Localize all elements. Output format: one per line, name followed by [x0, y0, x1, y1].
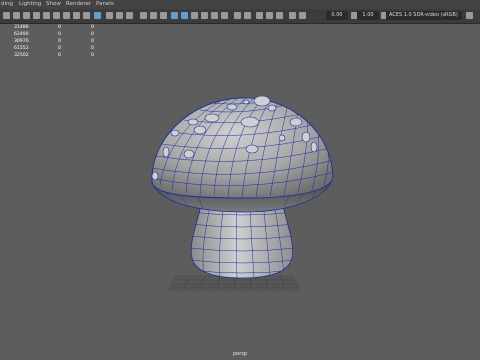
hud-row: 31486 0 0 [14, 24, 94, 30]
mushroom-cap [151, 95, 334, 199]
gate-mask-icon[interactable] [94, 12, 101, 19]
menu-show[interactable]: Show [46, 0, 61, 9]
film-gate-icon[interactable] [73, 12, 80, 19]
safe-action-icon[interactable] [116, 12, 123, 19]
panel-menu-bar: ding Lighting Show Renderer Panels [0, 0, 480, 9]
camera-name-label: persp [232, 351, 248, 357]
menu-lighting[interactable]: Lighting [19, 0, 41, 9]
exposure-field[interactable]: 0.00 [326, 11, 348, 20]
x-ray-icon[interactable] [266, 12, 273, 19]
select-camera-icon[interactable] [3, 12, 10, 19]
screen-space-ao-icon[interactable] [211, 12, 218, 19]
backface-culling-icon[interactable] [289, 12, 296, 19]
menu-shading[interactable]: ding [1, 0, 13, 9]
hud-row: 32502 0 0 [14, 52, 94, 58]
shadows-icon[interactable] [201, 12, 208, 19]
field-chart-icon[interactable] [106, 12, 113, 19]
viewport-scene [151, 95, 334, 291]
smooth-shade-icon[interactable] [150, 12, 157, 19]
resolution-gate-icon[interactable] [83, 12, 90, 19]
grease-pencil-icon[interactable] [53, 12, 60, 19]
camera-attributes-icon[interactable] [13, 12, 20, 19]
wireframe-icon[interactable] [140, 12, 147, 19]
safe-title-icon[interactable] [126, 12, 133, 19]
dropdown-arrow-icon[interactable] [466, 12, 473, 19]
heads-up-display: 31486 0 0 62490 0 0 30976 0 0 61552 0 0 32502 0 0 [14, 24, 94, 59]
default-material-icon[interactable] [160, 12, 167, 19]
3d-viewport[interactable]: 31486 0 0 62490 0 0 30976 0 0 61552 0 0 32502 0 0 [0, 24, 480, 360]
depth-of-field-icon[interactable] [244, 12, 251, 19]
wireframe-on-shaded-icon[interactable] [171, 12, 178, 19]
x-ray-joints-icon[interactable] [276, 12, 283, 19]
motion-blur-icon[interactable] [221, 12, 228, 19]
hud-row: 62490 0 0 [14, 31, 94, 37]
image-plane-icon[interactable] [33, 12, 40, 19]
exposure-icon[interactable] [299, 12, 306, 19]
hud-row: 61552 0 0 [14, 45, 94, 51]
view-transform-dropdown[interactable]: ACES 1.0 SDR-video (sRGB) [386, 11, 462, 20]
anti-aliasing-icon[interactable] [234, 12, 241, 19]
grid-icon[interactable] [63, 12, 70, 19]
textured-icon[interactable] [181, 12, 188, 19]
bookmark-icon[interactable] [23, 12, 30, 19]
menu-renderer[interactable]: Renderer [66, 0, 91, 9]
use-all-lights-icon[interactable] [191, 12, 198, 19]
2d-pan-zoom-icon[interactable] [43, 12, 50, 19]
hud-row: 30976 0 0 [14, 38, 94, 44]
menu-panels[interactable]: Panels [96, 0, 114, 9]
isolate-select-icon[interactable] [256, 12, 263, 19]
gamma-field[interactable]: 1.00 [357, 11, 379, 20]
panel-toolbar: 0.00 1.00 ACES 1.0 SDR-video (sRGB) [0, 9, 480, 24]
